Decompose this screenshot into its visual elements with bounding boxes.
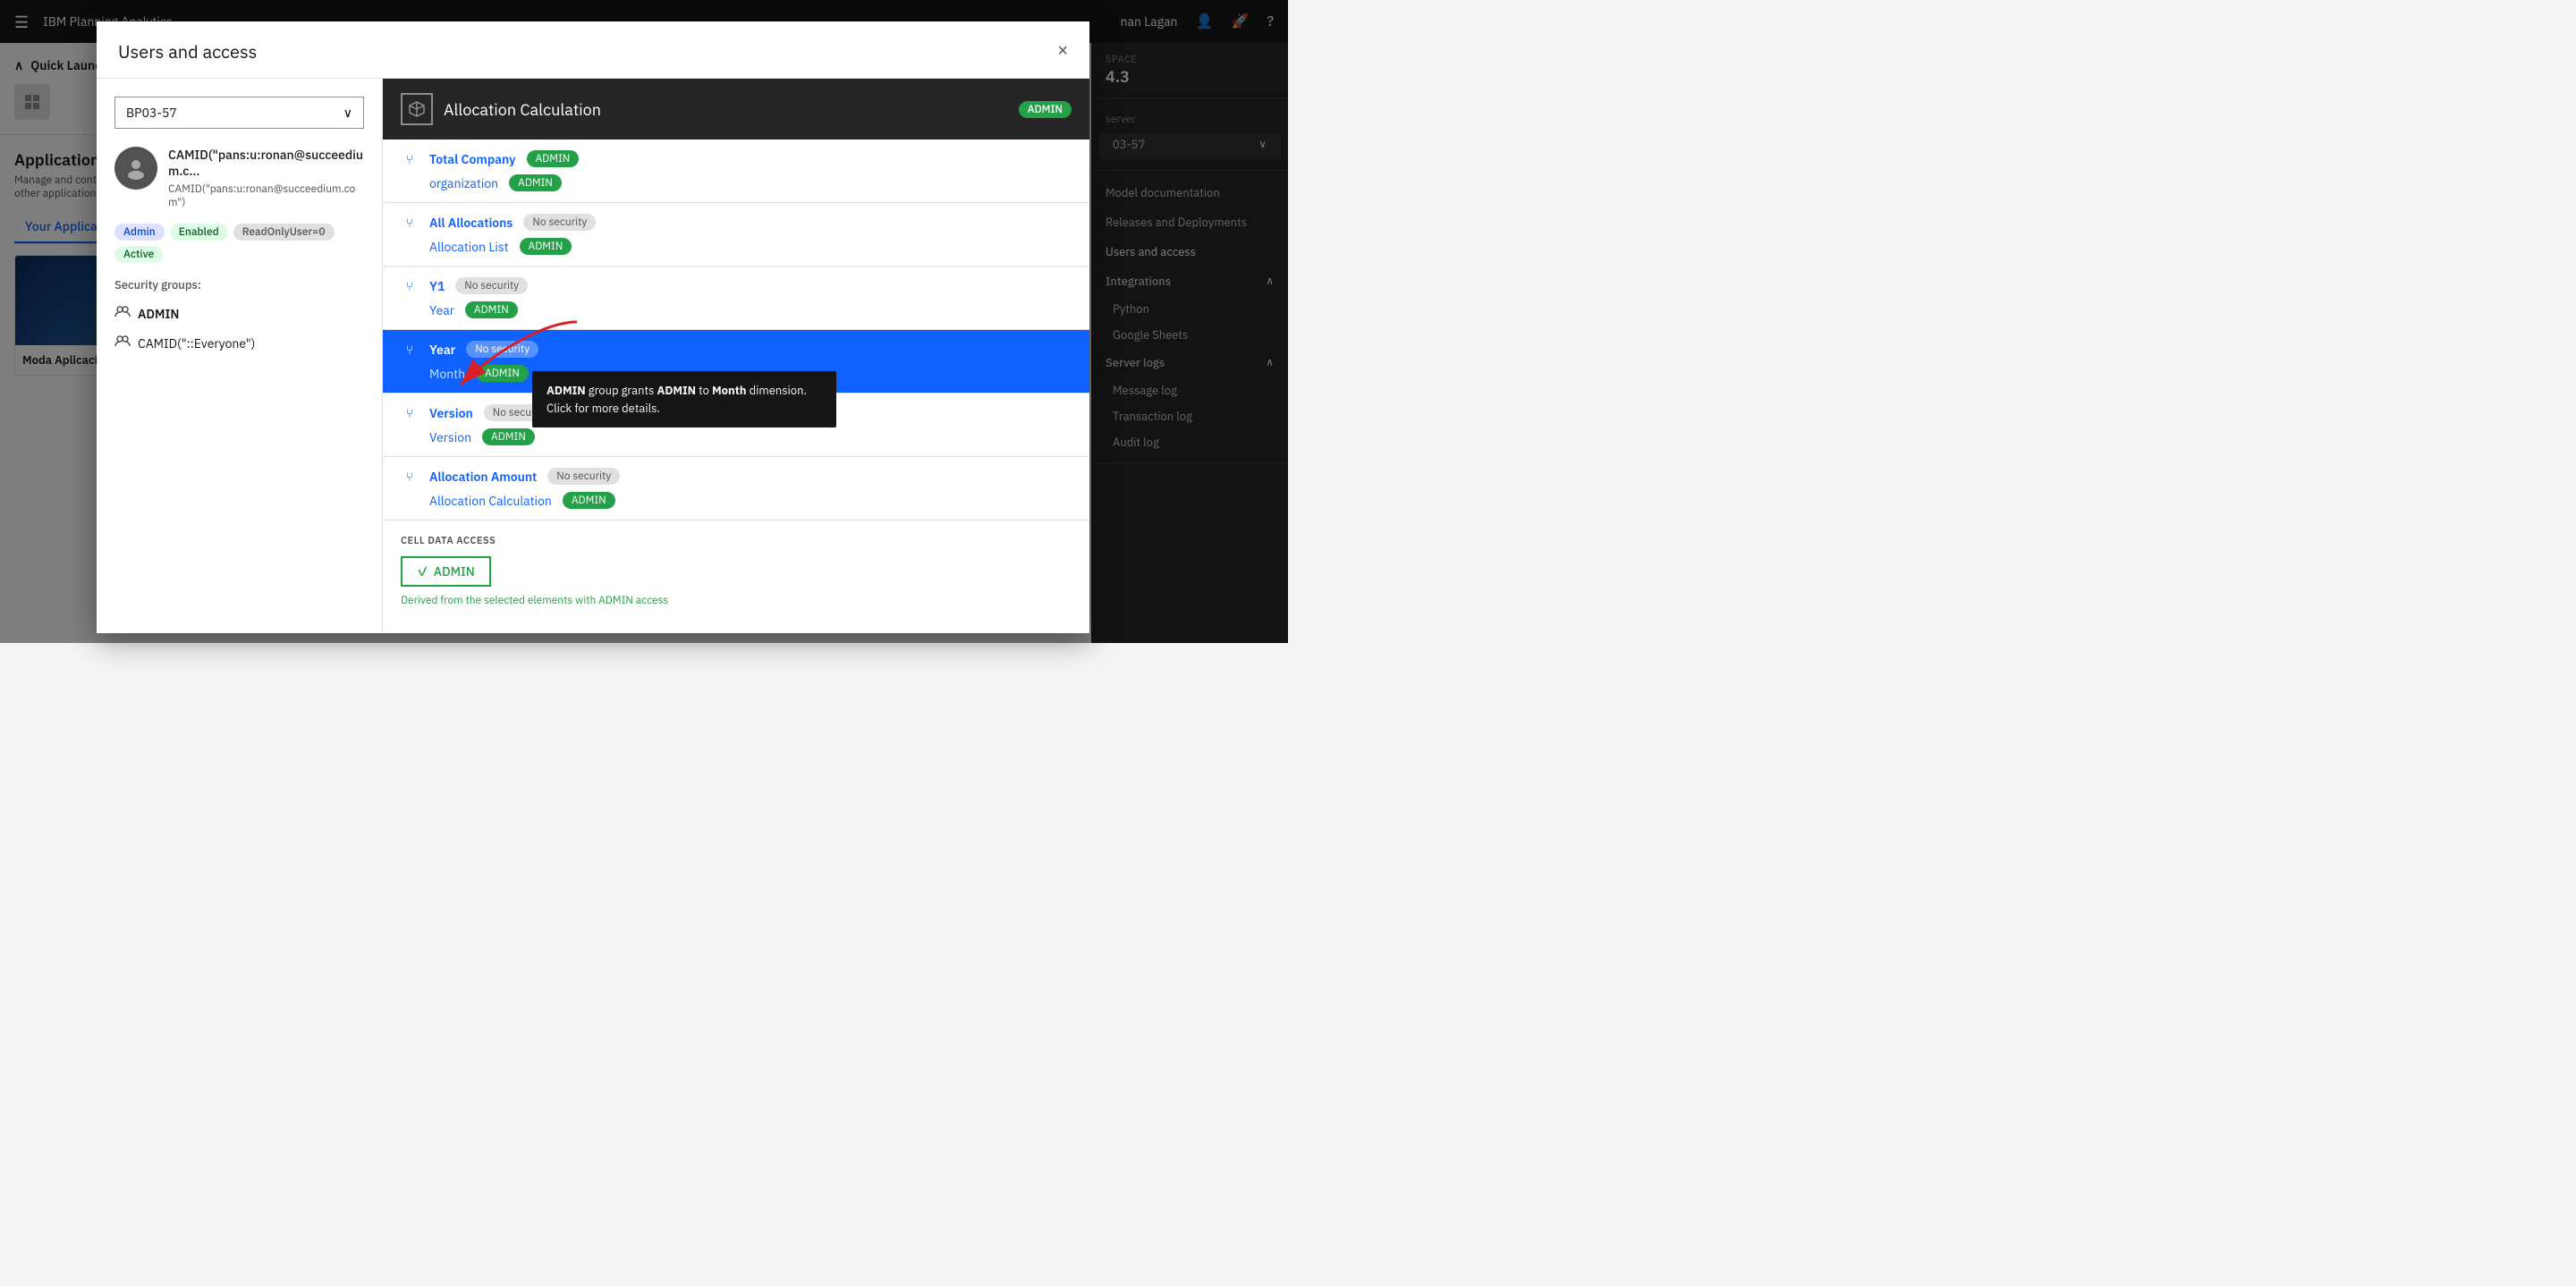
alloc-calc-badge: ADMIN [1019, 101, 1072, 118]
dim-name[interactable]: Total Company [429, 151, 516, 167]
dim-y1: ⑂ Y1 No security Year ADMIN [383, 267, 1089, 330]
group-everyone: CAMID("::Everyone") [114, 333, 364, 353]
sub-security-badge: ADMIN [465, 301, 518, 318]
dim-sub-name[interactable]: organization [429, 175, 498, 191]
dim-all-allocations: ⑂ All Allocations No security Allocation… [383, 203, 1089, 267]
security-badge: No security [466, 341, 538, 358]
dim-main-row: ⑂ Total Company ADMIN [401, 150, 1072, 167]
tooltip-admin-text: ADMIN [547, 383, 586, 398]
dim-main-row: ⑂ Allocation Amount No security [401, 468, 1072, 485]
server-select[interactable]: BP03-57 ∨ [114, 97, 364, 129]
branch-icon: ⑂ [401, 215, 419, 231]
modal-body: BP03-57 ∨ CAMID("pans:u:ronan@succeedium… [97, 79, 1089, 633]
dim-sub-row: Allocation List ADMIN [429, 238, 1072, 255]
group-name-everyone: CAMID("::Everyone") [138, 335, 255, 351]
dim-sub-row: organization ADMIN [429, 174, 1072, 191]
modal-header: Users and access × [97, 21, 1089, 79]
dim-total-company: ⑂ Total Company ADMIN organization ADMIN [383, 140, 1089, 203]
dim-sub-name[interactable]: Version [429, 429, 471, 445]
modal-overlay: Users and access × BP03-57 ∨ [0, 0, 1288, 643]
sub-security-badge: ADMIN [509, 174, 562, 191]
branch-icon: ⑂ [401, 405, 419, 421]
dim-allocation-amount: ⑂ Allocation Amount No security Allocati… [383, 457, 1089, 520]
dim-main-row: ⑂ All Allocations No security [401, 214, 1072, 231]
branch-icon: ⑂ [401, 469, 419, 485]
dim-sub-row: Version ADMIN [429, 428, 1072, 445]
badge-active: Active [114, 246, 163, 263]
user-details: CAMID("pans:u:ronan@succeedium.c... CAMI… [168, 147, 364, 209]
dim-name[interactable]: All Allocations [429, 215, 513, 231]
dim-name[interactable]: Year [429, 342, 455, 358]
chevron-down-icon: ∨ [343, 105, 352, 121]
branch-icon: ⑂ [401, 151, 419, 167]
server-select-value: BP03-57 [126, 105, 177, 121]
modal-title: Users and access [118, 39, 257, 63]
cell-data-badge[interactable]: ✓ ADMIN [401, 556, 491, 587]
user-display-name: CAMID("pans:u:ronan@succeedium.c... [168, 147, 364, 179]
user-info-row: CAMID("pans:u:ronan@succeedium.c... CAMI… [114, 147, 364, 209]
tooltip-box[interactable]: ADMIN group grants ADMIN to Month dimens… [532, 371, 836, 427]
dim-sub-row: Allocation Calculation ADMIN [429, 492, 1072, 509]
tooltip-to-text: to [696, 383, 712, 398]
dim-sub-name[interactable]: Allocation Calculation [429, 493, 552, 509]
dim-sub-name[interactable]: Year [429, 302, 454, 318]
alloc-calc-title: Allocation Calculation [444, 99, 1008, 120]
badge-admin: Admin [114, 224, 165, 241]
dim-name[interactable]: Allocation Amount [429, 469, 537, 485]
tooltip-mid-text: group grants [586, 383, 657, 398]
group-name-admin: ADMIN [138, 306, 179, 322]
dim-sub-name[interactable]: Month [429, 366, 465, 382]
users-access-modal: Users and access × BP03-57 ∨ [97, 21, 1089, 633]
dim-sub-name[interactable]: Allocation List [429, 239, 509, 255]
branch-icon: ⑂ [401, 342, 419, 358]
security-groups-label: Security groups: [114, 277, 364, 292]
user-id: CAMID("pans:u:ronan@succeedium.com") [168, 182, 364, 209]
tooltip-admin2-text: ADMIN [657, 383, 696, 398]
modal-close-button[interactable]: × [1057, 41, 1068, 62]
dim-main-row: ⑂ Y1 No security [401, 277, 1072, 294]
modal-right-panel: Allocation Calculation ADMIN ⑂ Total Com… [383, 79, 1089, 633]
sub-security-badge: ADMIN [563, 492, 615, 509]
cell-data-badge-value: ADMIN [434, 563, 475, 580]
security-badge: No security [523, 214, 596, 231]
alloc-calc-header: Allocation Calculation ADMIN [383, 79, 1089, 140]
group-icon [114, 333, 131, 353]
dim-sub-row: Year ADMIN [429, 301, 1072, 318]
group-admin: ADMIN [114, 303, 364, 324]
cell-data-label: CELL DATA ACCESS [401, 535, 1072, 547]
checkmark-icon: ✓ [417, 563, 428, 580]
security-badge: ADMIN [527, 150, 580, 167]
dim-name[interactable]: Y1 [429, 278, 445, 294]
user-badges: Admin Enabled ReadOnlyUser=0 Active [114, 224, 364, 263]
user-avatar [114, 147, 157, 190]
cube-icon [401, 93, 433, 125]
group-icon [114, 303, 131, 324]
cell-data-derived: Derived from the selected elements with … [401, 594, 1072, 607]
tooltip-month-text: Month [712, 383, 746, 398]
security-badge: No security [455, 277, 528, 294]
cell-data-section: CELL DATA ACCESS ✓ ADMIN Derived from th… [383, 520, 1089, 622]
dim-main-row: ⑂ Year No security [401, 341, 1072, 358]
sub-security-badge: ADMIN [520, 238, 572, 255]
security-badge: No security [547, 468, 620, 485]
badge-enabled: Enabled [170, 224, 228, 241]
branch-icon: ⑂ [401, 278, 419, 294]
sub-security-badge: ADMIN [482, 428, 535, 445]
sub-security-badge: ADMIN [476, 365, 529, 382]
dim-name[interactable]: Version [429, 405, 473, 421]
badge-readonly: ReadOnlyUser=0 [233, 224, 335, 241]
modal-left-panel: BP03-57 ∨ CAMID("pans:u:ronan@succeedium… [97, 79, 383, 633]
